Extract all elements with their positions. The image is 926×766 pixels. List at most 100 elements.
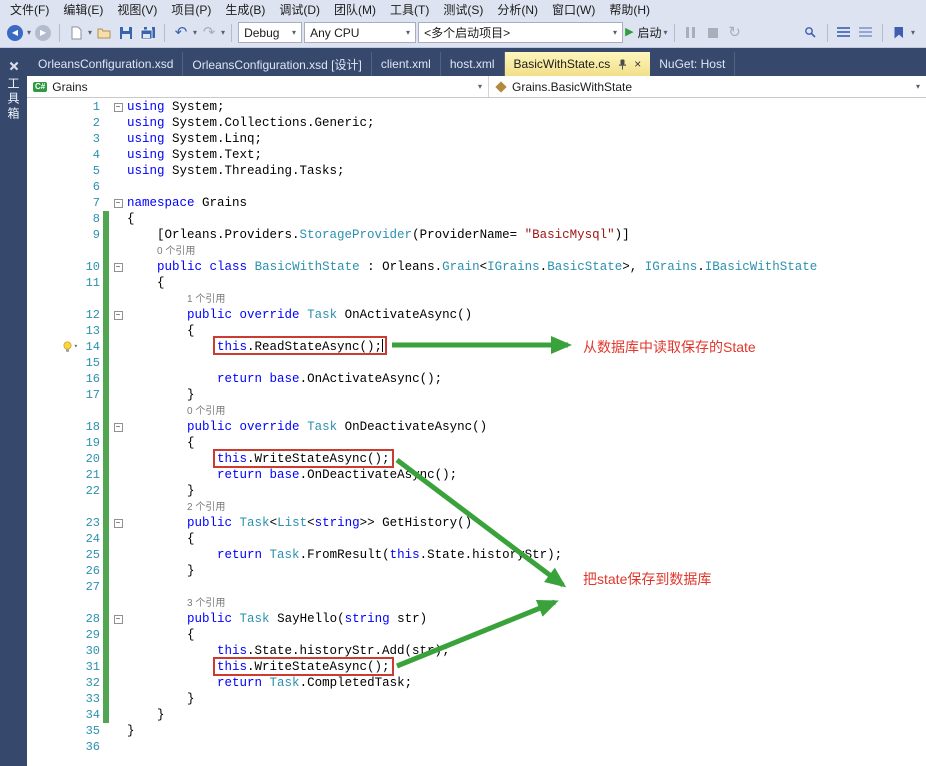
comment-button[interactable] [834,22,854,44]
code-text[interactable]: using System.Threading.Tasks; [127,163,926,179]
menu-item-team[interactable]: 团队(M) [327,0,383,19]
fold-collapse-box[interactable]: − [113,198,123,208]
tab-host-xml[interactable]: host.xml [441,52,505,76]
menu-item-window[interactable]: 窗口(W) [545,0,602,19]
tab-nuget-host[interactable]: NuGet: Host [650,52,736,76]
code-text[interactable]: } [127,483,926,499]
code-text[interactable]: this.State.historyStr.Add(str); [127,643,926,659]
code-text[interactable]: { [127,627,926,643]
code-text[interactable] [127,739,926,755]
code-text[interactable]: { [127,531,926,547]
undo-chevron[interactable]: ▾ [193,28,197,37]
code-text[interactable]: { [127,435,926,451]
tab-basicwithstate-cs[interactable]: BasicWithState.cs × [504,52,651,76]
start-options-chevron[interactable]: ▾ [664,28,668,37]
code-text[interactable]: { [127,211,926,227]
code-text[interactable]: this.ReadStateAsync(); [127,339,926,355]
code-text[interactable]: public override Task OnDeactivateAsync() [127,419,926,435]
menu-item-edit[interactable]: 编辑(E) [56,0,110,19]
fold-collapse-box[interactable]: − [113,422,123,432]
fold-collapse-box[interactable]: − [113,102,123,112]
member-dropdown[interactable]: Grains.BasicWithState ▾ [489,76,926,97]
codelens-text[interactable]: 3 个引用 [127,595,926,611]
code-text[interactable]: return Task.CompletedTask; [127,675,926,691]
code-text[interactable]: this.WriteStateAsync(); [127,659,926,675]
code-text[interactable]: return base.OnActivateAsync(); [127,371,926,387]
code-text[interactable]: { [127,275,926,291]
code-text[interactable]: using System.Linq; [127,131,926,147]
code-text[interactable]: public override Task OnActivateAsync() [127,307,926,323]
redo-button[interactable]: ↷ [199,22,219,44]
menu-item-analyze[interactable]: 分析(N) [490,0,545,19]
tab-orleansconfiguration-xsd[interactable]: OrleansConfiguration.xsd [29,52,184,76]
codelens-text[interactable]: 2 个引用 [127,499,926,515]
tab-orleansconfiguration-xsd-design[interactable]: OrleansConfiguration.xsd [设计] [183,52,372,76]
code-text[interactable]: using System; [127,99,926,115]
menu-item-test[interactable]: 测试(S) [436,0,490,19]
code-text[interactable]: } [127,691,926,707]
fold-collapse-box[interactable]: − [113,310,123,320]
codelens-text[interactable]: 0 个引用 [127,243,926,259]
code-text[interactable]: } [127,387,926,403]
lightbulb-icon[interactable] [62,341,73,353]
save-button[interactable] [116,22,136,44]
find-in-files-button[interactable] [801,22,821,44]
code-text[interactable]: [Orleans.Providers.StorageProvider(Provi… [127,227,926,243]
code-text[interactable]: { [127,323,926,339]
toggle-bookmark-button[interactable] [889,22,909,44]
code-text[interactable]: } [127,707,926,723]
code-text[interactable]: using System.Text; [127,147,926,163]
code-text[interactable] [127,355,926,371]
toolbox-tab[interactable]: 工具箱 [0,56,27,125]
platform-dropdown[interactable]: Any CPU ▾ [304,22,417,43]
code-text[interactable]: return Task.FromResult(this.State.histor… [127,547,926,563]
lightbulb-chevron[interactable]: ▾ [74,339,78,355]
code-editor[interactable]: 1− using System; 2 using System.Collections… [27,98,926,766]
menu-item-file[interactable]: 文件(F) [3,0,56,19]
new-file-chevron[interactable]: ▾ [88,28,92,37]
save-all-button[interactable] [138,22,158,44]
menu-item-help[interactable]: 帮助(H) [602,0,657,19]
code-text[interactable]: return base.OnDeactivateAsync(); [127,467,926,483]
codelens-text[interactable]: 1 个引用 [127,291,926,307]
fold-collapse-box[interactable]: − [113,614,123,624]
menu-item-build[interactable]: 生成(B) [218,0,272,19]
menu-item-tools[interactable]: 工具(T) [383,0,436,19]
redo-chevron[interactable]: ▾ [221,28,225,37]
tab-close-icon[interactable]: × [634,58,641,70]
new-file-button[interactable] [66,22,86,44]
code-text[interactable]: } [127,723,926,739]
project-dropdown[interactable]: C# Grains ▾ [27,76,489,97]
undo-button[interactable]: ↶ [171,22,191,44]
code-text[interactable]: using System.Collections.Generic; [127,115,926,131]
code-text[interactable]: namespace Grains [127,195,926,211]
toolbar-options-chevron[interactable]: ▾ [911,28,915,37]
code-text[interactable]: public class BasicWithState : Orleans.Gr… [127,259,926,275]
startup-project-dropdown[interactable]: <多个启动项目> ▾ [418,22,624,43]
code-text[interactable]: public Task SayHello(string str) [127,611,926,627]
pin-icon[interactable] [618,59,627,70]
code-text[interactable]: } [127,563,926,579]
restart-button[interactable]: ↻ [725,22,745,44]
solution-config-dropdown[interactable]: Debug ▾ [238,22,303,43]
code-text[interactable]: this.WriteStateAsync(); [127,451,926,467]
codelens-text[interactable]: 0 个引用 [127,403,926,419]
menu-item-debug[interactable]: 调试(D) [272,0,327,19]
navigate-back-button[interactable]: ◀ [5,22,25,44]
tab-client-xml[interactable]: client.xml [372,52,441,76]
break-all-button[interactable] [681,22,701,44]
code-text[interactable]: public Task<List<string>> GetHistory() [127,515,926,531]
open-file-button[interactable] [94,22,114,44]
menu-item-view[interactable]: 视图(V) [110,0,164,19]
navigate-back-chevron[interactable]: ▾ [27,28,31,37]
code-text[interactable] [127,179,926,195]
code-text[interactable] [127,579,926,595]
fold-collapse-box[interactable]: − [113,262,123,272]
chevron-down-icon: ▾ [613,27,618,37]
fold-collapse-box[interactable]: − [113,518,123,528]
start-debug-button[interactable]: ▶ 启动 [625,22,661,44]
stop-debug-button[interactable] [703,22,723,44]
navigate-forward-button[interactable]: ▶ [33,22,53,44]
menu-item-project[interactable]: 项目(P) [164,0,218,19]
uncomment-button[interactable] [856,22,876,44]
